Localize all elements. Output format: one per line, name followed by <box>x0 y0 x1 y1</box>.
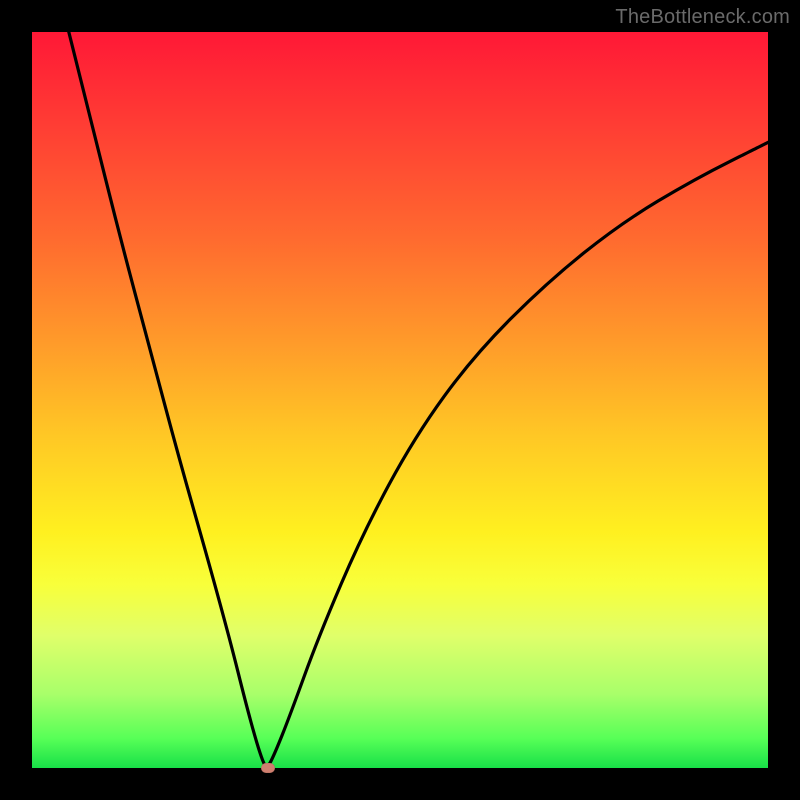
minimum-marker <box>261 763 275 773</box>
chart-frame: TheBottleneck.com <box>0 0 800 800</box>
watermark-text: TheBottleneck.com <box>615 6 790 29</box>
plot-area <box>32 32 768 768</box>
bottleneck-curve-path <box>69 32 768 767</box>
curve-svg <box>32 32 768 768</box>
